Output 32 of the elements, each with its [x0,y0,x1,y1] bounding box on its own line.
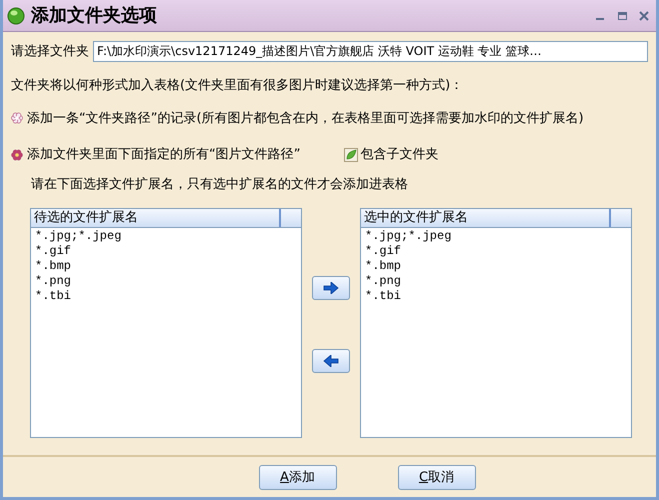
move-right-button[interactable] [312,276,350,300]
hint-text: 请在下面选择文件扩展名，只有选中扩展名的文件才会添加进表格 [31,176,409,194]
selected-extensions-list[interactable]: 选中的文件扩展名 *.jpg;*.jpeg *.gif *.bmp *.png *.tbi [360,208,632,438]
checkbox[interactable] [344,148,358,162]
available-extensions-list[interactable]: 待选的文件扩展名 *.jpg;*.jpeg *.gif *.bmp *.png *.tbi [30,208,302,438]
left-arrow-icon [323,355,339,367]
list-item[interactable]: *.bmp [365,259,631,274]
radio-button[interactable] [11,112,23,124]
list-item[interactable]: *.tbi [35,289,301,304]
move-left-button[interactable] [312,349,350,373]
question-text: 文件夹将以何种形式加入表格(文件夹里面有很多图片时建议选择第一种方式)： [11,77,464,95]
list-item[interactable]: *.gif [365,244,631,259]
add-button[interactable]: A添加 [258,465,336,490]
globe-icon [7,6,25,24]
window-title: 添加文件夹选项 [31,4,157,28]
list-item[interactable]: *.jpg;*.jpeg [35,229,301,244]
option-label[interactable]: 添加文件夹里面下面指定的所有“图片文件路径” [27,145,300,164]
right-arrow-icon [323,282,339,294]
list-item[interactable]: *.png [365,274,631,289]
cancel-button[interactable]: C取消 [398,465,476,490]
checkbox-label[interactable]: 包含子文件夹 [360,145,438,164]
list-item[interactable]: *.tbi [365,289,631,304]
list-item[interactable]: *.bmp [35,259,301,274]
column-header[interactable]: 待选的文件扩展名 [31,209,281,227]
list-item[interactable]: *.jpg;*.jpeg [365,229,631,244]
folder-path-field[interactable]: F:\加水印演示\csv12171249_描述图片\官方旗舰店 沃特 VOIT 运动鞋 专业 篮球… [93,41,648,62]
folder-label: 请选择文件夹 [11,42,89,61]
list-item[interactable]: *.gif [35,244,301,259]
column-header[interactable]: 选中的文件扩展名 [361,209,611,227]
option-label[interactable]: 添加一条“文件夹路径”的记录(所有图片都包含在内，在表格里面可选择需要加水印的文件扩展名) [27,108,584,128]
radio-button[interactable] [11,148,23,161]
list-item[interactable]: *.png [35,274,301,289]
